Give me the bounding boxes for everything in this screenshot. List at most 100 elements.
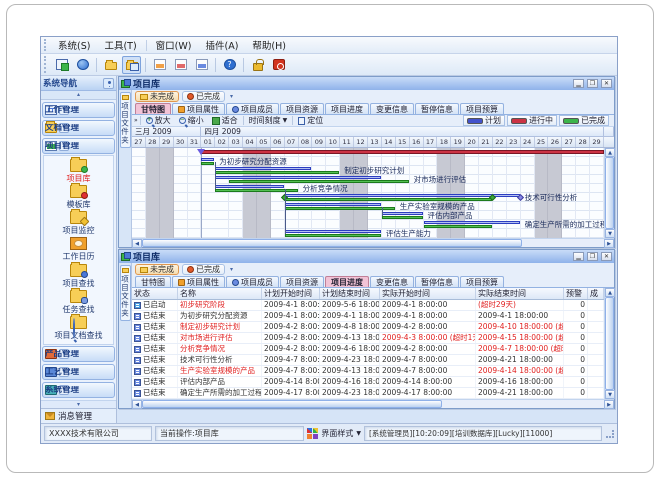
plan-bar-分析竞争情况[interactable]	[215, 185, 283, 188]
table-panel-titlebar[interactable]: 项目库 ▁ ❐ ✕	[119, 250, 614, 263]
plan-bar-为初步研究分配资源[interactable]	[201, 158, 214, 161]
plan-bar-评估生产能力[interactable]	[285, 230, 381, 233]
sidebar-collapse-strip[interactable]: ▴	[41, 91, 116, 100]
menu-item-4[interactable]: 插件(A)	[198, 37, 245, 53]
lock-button[interactable]	[248, 56, 267, 74]
menu-item-5[interactable]: 帮助(H)	[245, 37, 293, 53]
tab-暂停信息[interactable]: 暂停信息	[415, 276, 459, 287]
mail-2-button[interactable]	[171, 56, 190, 74]
actual-bar-评估生产能力[interactable]	[285, 234, 381, 237]
close-button[interactable]: ✕	[601, 252, 612, 261]
tab-项目进度[interactable]: 项目进度	[325, 103, 369, 114]
filter-button-已完成[interactable]: 已完成	[182, 91, 225, 102]
filter-overflow-chevron-icon[interactable]: ▾	[230, 93, 233, 100]
scroll-right-icon[interactable]: ▶	[604, 239, 614, 248]
table-row[interactable]: 已结束生产实验室规模的产品2009-4-7 8:00:002009-4-13 1…	[132, 366, 604, 377]
locate-button[interactable]: 定位	[295, 115, 326, 126]
tab-项目成员[interactable]: 项目成员	[226, 276, 279, 287]
tab-甘特图[interactable]: 甘特图	[135, 276, 171, 287]
sidebar-group-文档管理[interactable]: 文档管理▾	[42, 120, 115, 136]
plan-bar-生产实验室规模的产品[interactable]	[285, 203, 381, 206]
scroll-thumb[interactable]	[142, 239, 522, 247]
actual-bar-生产实验室规模的产品[interactable]	[285, 207, 395, 210]
zoom-in-button[interactable]: +放大	[143, 115, 174, 126]
window-new-button[interactable]	[52, 56, 71, 74]
actual-bar-评估内部产品[interactable]	[382, 216, 423, 219]
sidebar-group-工作管理[interactable]: 工作管理▾	[42, 102, 115, 118]
filter-button-未完成[interactable]: 未完成	[135, 264, 179, 275]
time-scale-dropdown[interactable]: 时间刻度▼	[246, 115, 291, 126]
fit-button[interactable]: 适合	[209, 115, 241, 126]
sidebar-group-项目管理[interactable]: 项目管理▴	[42, 138, 115, 154]
column-header-实际开始时间[interactable]: 实际开始时间	[380, 288, 476, 299]
tab-项目成员[interactable]: 项目成员	[226, 103, 279, 114]
tab-项目资源[interactable]: 项目资源	[280, 103, 324, 114]
actual-bar-技术可行性分析[interactable]	[285, 198, 492, 201]
column-header-计划开始时间[interactable]: 计划开始时间	[262, 288, 320, 299]
scroll-thumb[interactable]	[605, 157, 614, 229]
gantt-panel-titlebar[interactable]: 项目库 ▁ ❐ ✕	[119, 77, 614, 90]
column-header-预警[interactable]: 预警	[564, 288, 588, 299]
exit-button[interactable]	[269, 56, 288, 74]
plan-bar-评估内部产品[interactable]	[382, 212, 423, 215]
sidebar-overflow-indicator[interactable]: ▾	[41, 400, 116, 408]
scroll-down-icon[interactable]: ▼	[605, 229, 615, 238]
tab-变更信息[interactable]: 变更信息	[370, 103, 414, 114]
gantt-vertical-scrollbar[interactable]: ▲ ▼	[604, 148, 614, 238]
globe-button[interactable]	[73, 56, 92, 74]
project-folder-vtab[interactable]: 项目文件夹	[120, 92, 131, 148]
resize-grip[interactable]	[606, 430, 614, 438]
tab-项目预算[interactable]: 项目预算	[460, 276, 504, 287]
scroll-right-icon[interactable]: ▶	[604, 400, 614, 409]
summary-bar-初步研究阶段[interactable]	[201, 150, 604, 154]
menu-item-1[interactable]: 系统(S)	[51, 37, 97, 53]
scroll-up-icon[interactable]: ▲	[605, 288, 615, 297]
table-row[interactable]: 已结束制定初步研究计划2009-4-2 8:00:002009-4-8 18:0…	[132, 322, 604, 333]
actual-bar-为初步研究分配资源[interactable]	[201, 162, 214, 165]
minimize-button[interactable]: ▁	[573, 79, 584, 88]
scroll-thumb[interactable]	[142, 400, 442, 408]
menu-item-3[interactable]: 窗口(W)	[149, 37, 199, 53]
help-button[interactable]	[220, 56, 239, 74]
column-header-成[interactable]: 成	[588, 288, 604, 299]
tab-变更信息[interactable]: 变更信息	[370, 276, 414, 287]
tab-项目预算[interactable]: 项目预算	[460, 103, 504, 114]
tab-甘特图[interactable]: 甘特图	[135, 103, 171, 114]
sidebar-tab-message-management[interactable]: 消息管理	[41, 408, 116, 423]
gantt-chart[interactable]: 为初步研究分配资源制定初步研究计划对市场进行评估分析竞争情况技术可行性分析生产实…	[132, 148, 604, 238]
project-folder-vtab[interactable]: 项目文件夹	[120, 265, 131, 321]
tab-暂停信息[interactable]: 暂停信息	[415, 103, 459, 114]
sidebar-item-项目文档查找[interactable]: 项目文档查找	[55, 316, 103, 341]
scroll-up-icon[interactable]: ▲	[605, 148, 615, 157]
plan-bar-对市场进行评估[interactable]	[215, 176, 381, 179]
plan-bar-确定生产所需的加工过程[interactable]	[424, 221, 520, 224]
plan-bar-制定初步研究计划[interactable]	[215, 167, 311, 170]
scroll-left-icon[interactable]: ◀	[132, 400, 142, 409]
sidebar-group-系统管理[interactable]: 系统管理▾	[42, 382, 115, 398]
plan-bar-技术可行性分析[interactable]	[285, 194, 520, 197]
overflow-chevron-icon[interactable]: »	[134, 117, 138, 124]
sidebar-item-任务查找[interactable]: 任务查找	[63, 290, 95, 315]
column-header-实际结束时间[interactable]: 实际结束时间	[476, 288, 564, 299]
sidebar-item-工作日历[interactable]: 工作日历	[63, 237, 95, 262]
scroll-thumb[interactable]	[605, 297, 614, 390]
table-row[interactable]: 已结束分析竞争情况2009-4-2 8:00:002009-4-6 18:00:…	[132, 344, 604, 355]
folder-window-button[interactable]	[122, 56, 141, 74]
sidebar-group-产品管理[interactable]: 产品管理▾	[42, 346, 115, 362]
pin-icon[interactable]	[103, 78, 114, 89]
close-button[interactable]: ✕	[601, 79, 612, 88]
sidebar-item-模板库[interactable]: 模板库	[67, 185, 91, 210]
actual-bar-制定初步研究计划[interactable]	[215, 171, 339, 174]
zoom-out-button[interactable]: −缩小	[176, 115, 207, 126]
tab-项目属性[interactable]: 项目属性	[172, 103, 225, 114]
actual-bar-确定生产所需的加工过程[interactable]	[424, 225, 492, 228]
table-row[interactable]: 已结束为初步研究分配资源2009-4-1 8:00:002009-4-1 18:…	[132, 311, 604, 322]
column-header-计划结束时间[interactable]: 计划结束时间	[320, 288, 380, 299]
filter-button-未完成[interactable]: 未完成	[135, 91, 179, 102]
filter-button-已完成[interactable]: 已完成	[182, 264, 225, 275]
mail-1-button[interactable]	[150, 56, 169, 74]
sidebar-item-项目监控[interactable]: 项目监控	[63, 211, 95, 236]
column-header-名称[interactable]: 名称	[178, 288, 262, 299]
table-vertical-scrollbar[interactable]: ▲ ▼	[604, 288, 614, 399]
menu-item-2[interactable]: 工具(T)	[97, 37, 143, 53]
